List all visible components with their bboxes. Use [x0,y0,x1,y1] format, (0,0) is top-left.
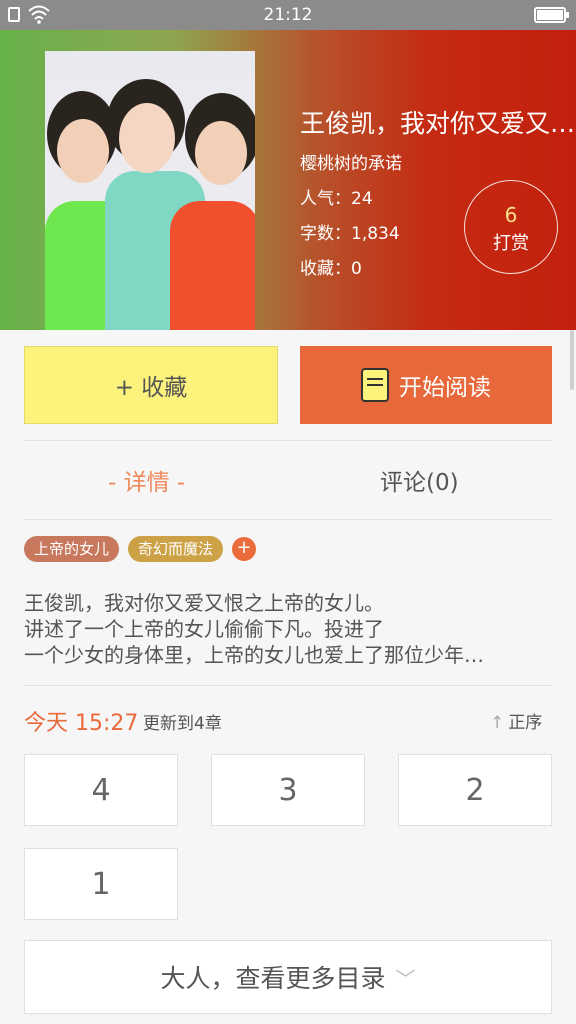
chapter-button[interactable]: 2 [398,754,552,826]
update-text: 更新到4章 [143,714,222,734]
add-tag-button[interactable]: + [232,537,256,561]
view-more-label: 大人，查看更多目录 [160,964,386,993]
scrollbar[interactable] [570,330,574,390]
description-line: 王俊凯，我对你又爱又恨之上帝的女儿。 [24,591,384,615]
book-header: 王俊凯，我对你又爱又恨之上帝的女儿 樱桃树的承诺 人气：24 字数：1,834 … [0,30,576,330]
chapter-button[interactable]: 1 [24,848,178,920]
divider [24,685,552,686]
cover-figure [119,103,175,173]
view-more-catalog-button[interactable]: 大人，查看更多目录 ﹀ [24,940,552,1014]
status-time: 21:12 [263,5,313,25]
genre-tag[interactable]: 上帝的女儿 [24,536,120,562]
add-favorite-button[interactable]: + 收藏 [24,346,278,424]
arrow-up-icon: ↑ [490,713,505,733]
divider [24,519,552,520]
word-count-stat: 字数：1,834 [300,224,400,244]
description-line: 讲述了一个上帝的女儿偷偷下凡。投进了 [24,617,384,641]
chapter-button[interactable]: 4 [24,754,178,826]
genre-tag[interactable]: 奇幻而魔法 [128,536,224,562]
description-line: 一个少女的身体里，上帝的女儿也爱上了那位少年… [24,643,484,667]
start-reading-label: 开始阅读 [399,375,491,401]
favorites-stat: 收藏：0 [300,259,362,279]
sort-order-button[interactable]: ↑ 正序 [490,708,542,733]
cover-figure [57,119,109,183]
tip-count: 6 [504,203,518,227]
book-cover[interactable] [45,51,255,330]
cover-figure [170,201,255,330]
start-reading-button[interactable]: 开始阅读 [300,346,552,424]
book-icon [361,368,389,402]
add-favorite-label: + 收藏 [114,375,188,401]
book-description[interactable]: 王俊凯，我对你又爱又恨之上帝的女儿。 讲述了一个上帝的女儿偷偷下凡。投进了 一个… [24,590,544,668]
chapter-button[interactable]: 3 [211,754,365,826]
popularity-stat: 人气：24 [300,189,373,209]
battery-icon [534,7,569,23]
sort-order-label: 正序 [508,713,543,733]
book-author[interactable]: 樱桃树的承诺 [300,149,402,174]
cover-figure [195,121,247,185]
divider [24,440,552,441]
tab-comments[interactable]: 评论(0) [380,463,459,497]
tab-detail[interactable]: - 详情 - [108,463,185,497]
book-title: 王俊凯，我对你又爱又恨之上帝的女儿 [300,109,576,138]
update-time: 今天 15:27 [24,711,139,736]
tip-button[interactable]: 6 打赏 [464,180,558,274]
status-bar: 21:12 [0,0,576,30]
tip-label: 打赏 [493,233,529,254]
chevron-down-icon: ﹀ [395,966,416,991]
